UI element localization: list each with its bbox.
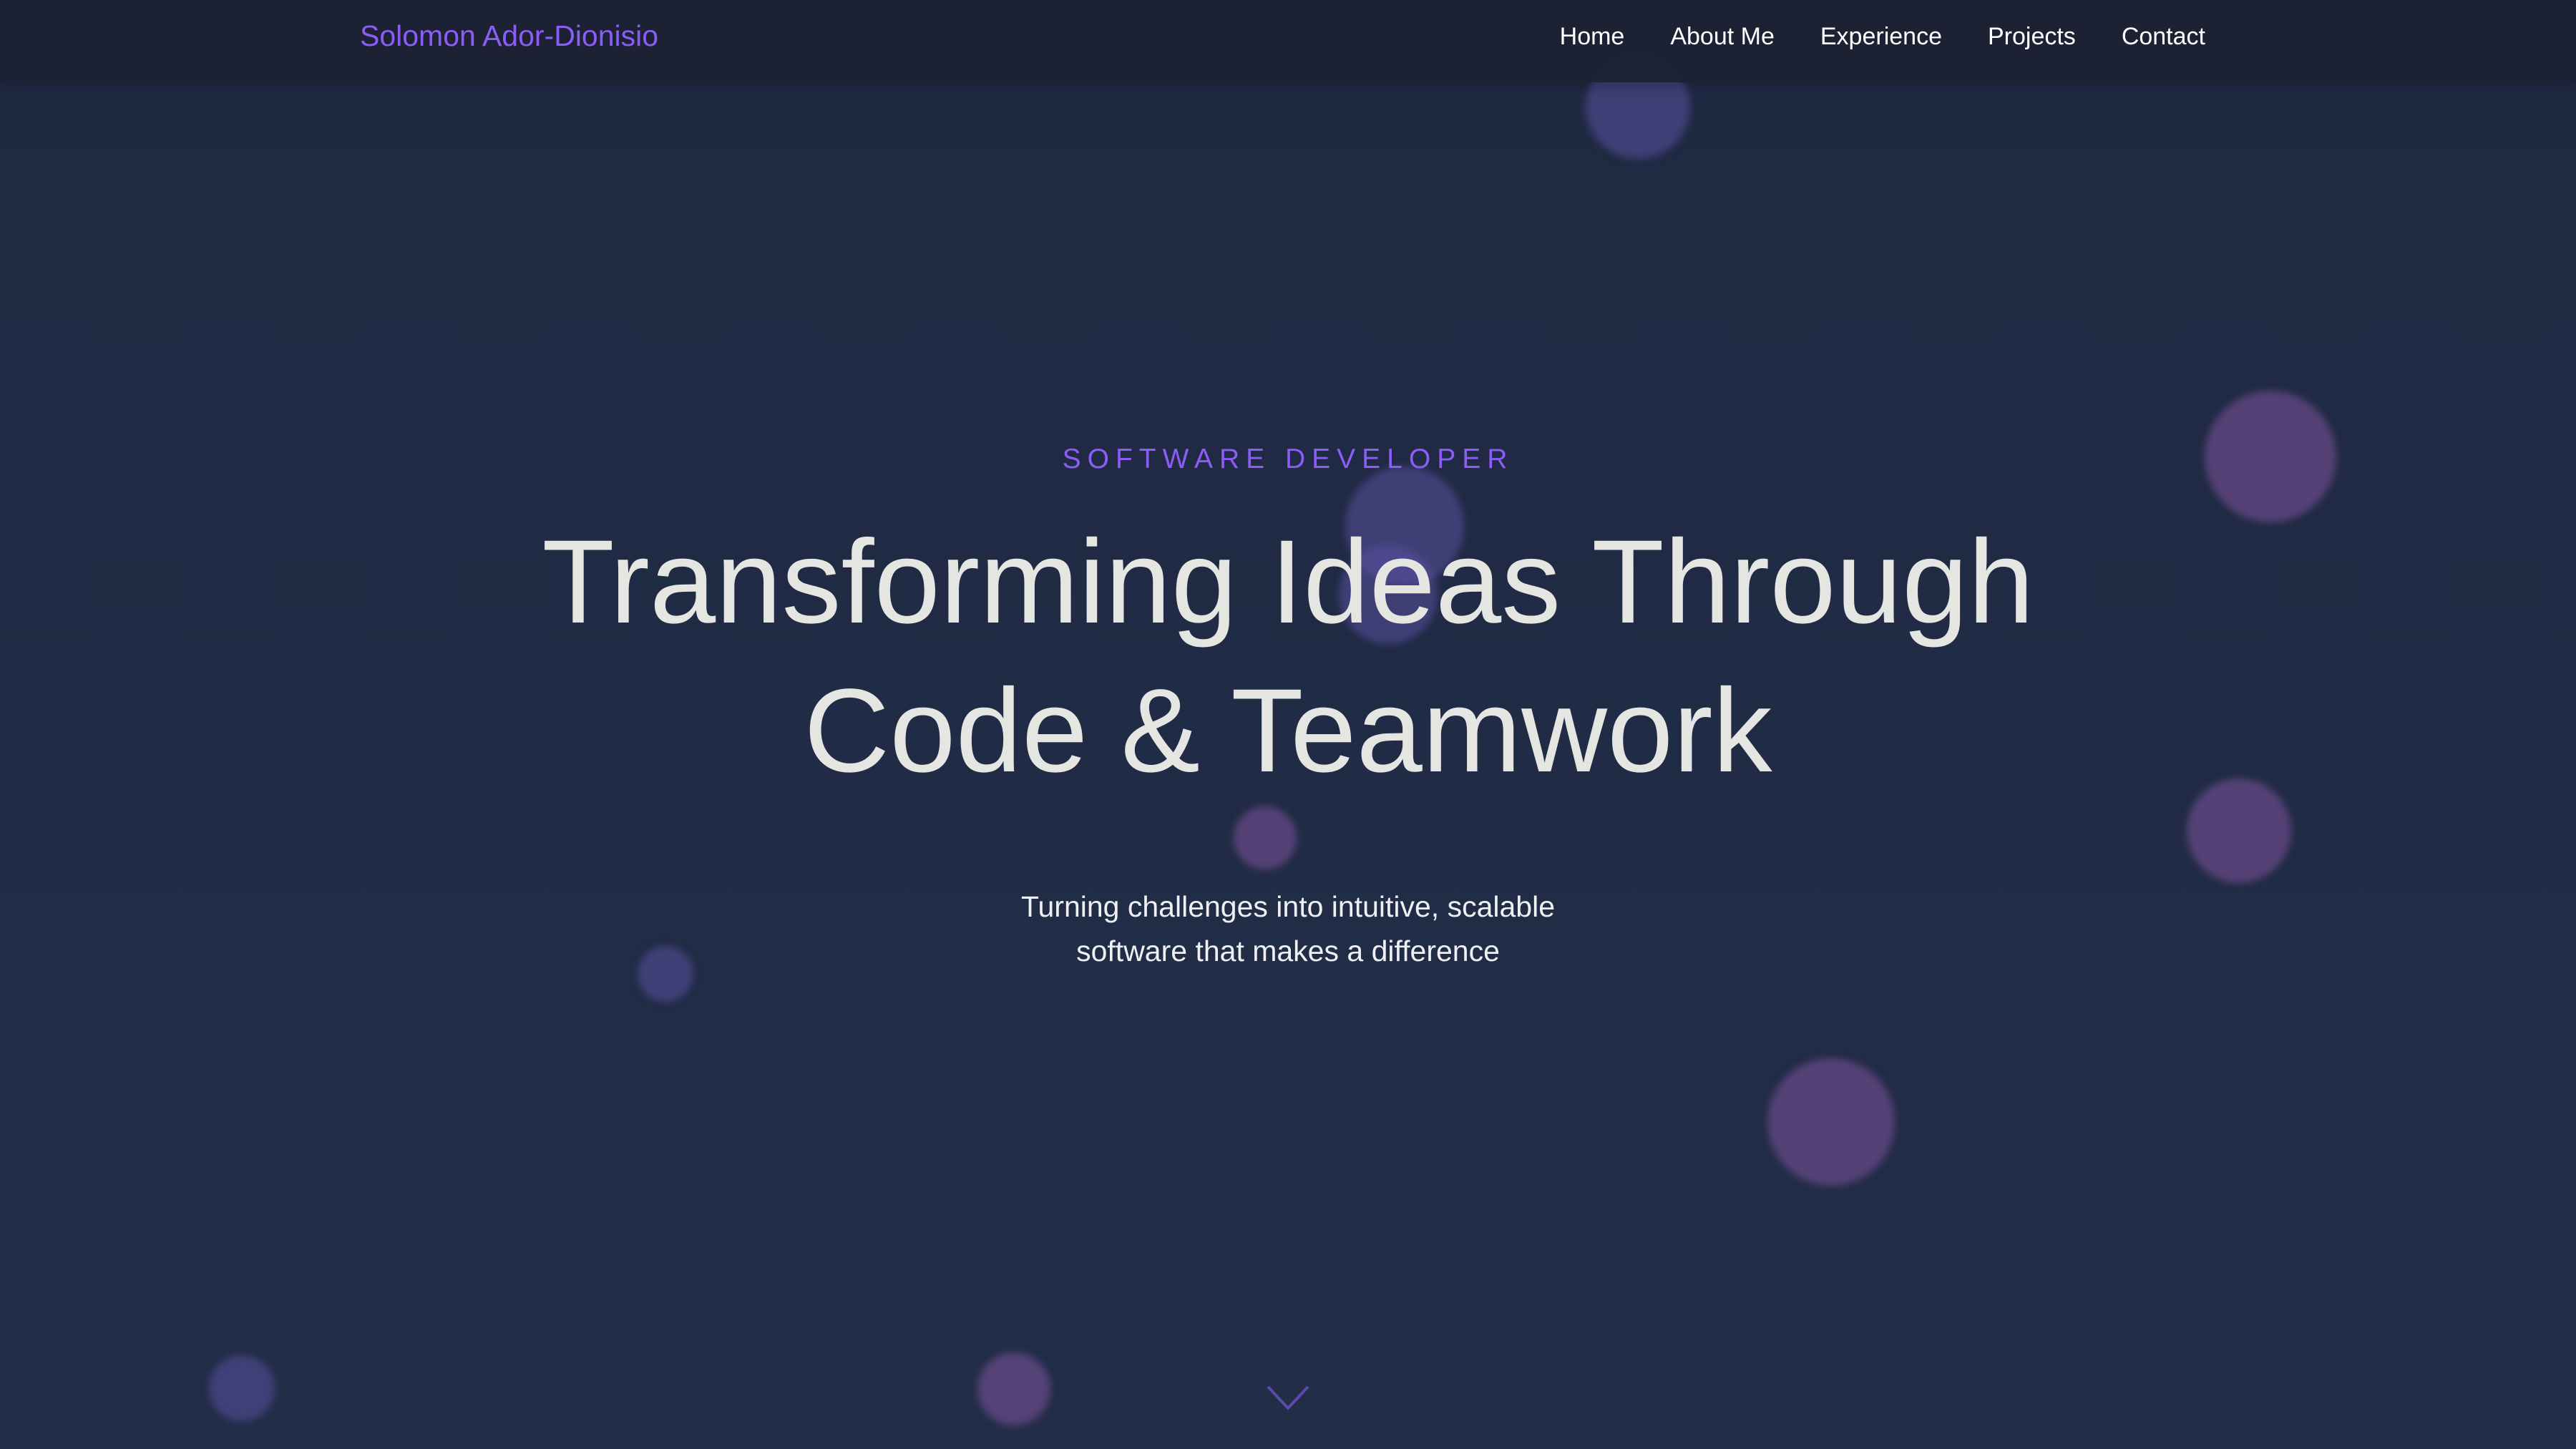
hero-tagline: Turning challenges into intuitive, scala… xyxy=(0,884,2576,973)
nav-link-about[interactable]: About Me xyxy=(1670,19,1775,54)
decorative-bubble xyxy=(209,1355,275,1421)
decorative-bubble xyxy=(977,1352,1050,1425)
chevron-down-icon[interactable] xyxy=(1267,1385,1309,1410)
headline-line-1: Transforming Ideas Through xyxy=(542,516,2034,648)
hero-headline: Transforming Ideas Through Code & Teamwo… xyxy=(0,508,2576,806)
nav-link-projects[interactable]: Projects xyxy=(1988,19,2076,54)
nav-link-experience[interactable]: Experience xyxy=(1820,19,1942,54)
decorative-bubble xyxy=(1234,806,1297,869)
top-navigation: Solomon Ador-Dionisio Home About Me Expe… xyxy=(0,0,2576,82)
tagline-line-2: software that makes a difference xyxy=(1076,935,1500,967)
nav-link-home[interactable]: Home xyxy=(1560,19,1625,54)
hero-eyebrow: SOFTWARE DEVELOPER xyxy=(1062,444,1514,474)
nav-link-contact[interactable]: Contact xyxy=(2122,19,2205,54)
headline-line-2: Code & Teamwork xyxy=(804,665,1772,797)
decorative-bubble xyxy=(1767,1058,1895,1186)
site-logo[interactable]: Solomon Ador-Dionisio xyxy=(360,17,658,54)
nav-links: Home About Me Experience Projects Contac… xyxy=(1560,19,2205,54)
tagline-line-1: Turning challenges into intuitive, scala… xyxy=(1020,890,1556,923)
